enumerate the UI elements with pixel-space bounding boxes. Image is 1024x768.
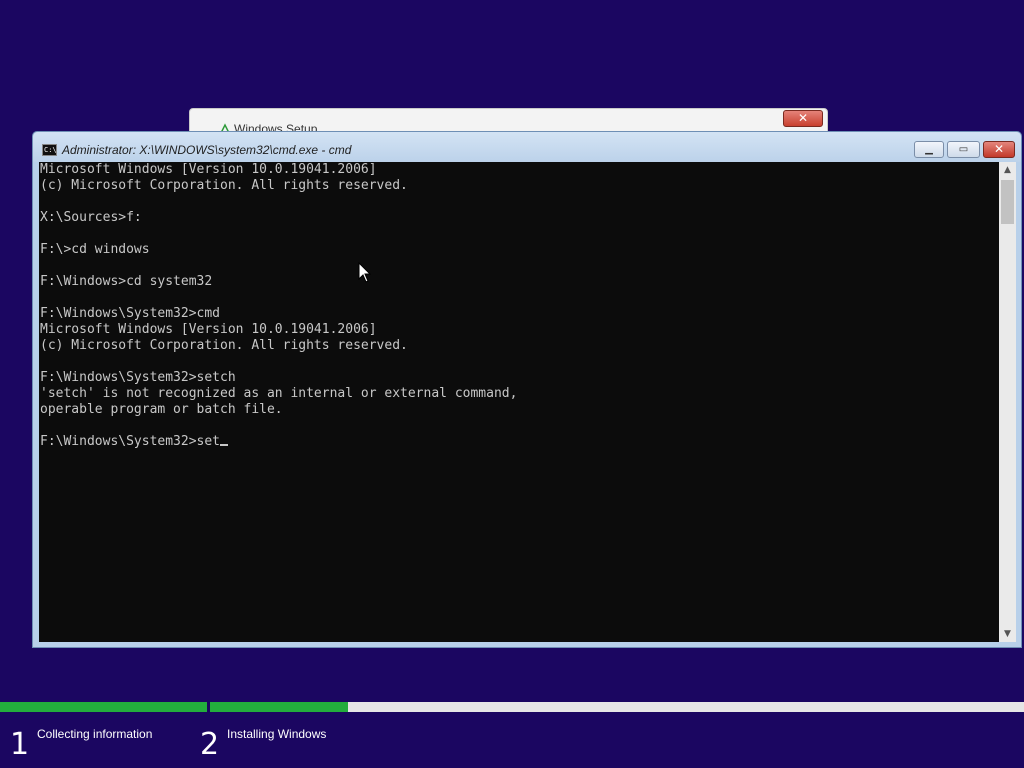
- step-label: Collecting information: [37, 727, 153, 741]
- cmd-window-title: Administrator: X:\WINDOWS\system32\cmd.e…: [62, 143, 352, 157]
- setup-close-button[interactable]: ✕: [783, 110, 823, 127]
- cmd-window: C:\ Administrator: X:\WINDOWS\system32\c…: [32, 131, 1022, 648]
- progress-fill: [0, 702, 207, 712]
- console-line: F:\Windows\System32>setch: [40, 370, 236, 385]
- console-line: operable program or batch file.: [40, 402, 283, 417]
- progress-bar-collecting: [0, 702, 207, 712]
- cmd-title-bar[interactable]: C:\ Administrator: X:\WINDOWS\system32\c…: [33, 132, 1021, 162]
- step-number: 2: [200, 727, 220, 762]
- cmd-icon: C:\: [42, 144, 57, 156]
- console-input-line[interactable]: F:\Windows\System32>set: [40, 434, 999, 450]
- scroll-thumb[interactable]: [1001, 180, 1014, 224]
- text-cursor: [220, 444, 229, 446]
- progress-fill: [210, 702, 349, 712]
- step-label: Installing Windows: [227, 727, 327, 741]
- console-line: (c) Microsoft Corporation. All rights re…: [40, 338, 408, 353]
- step-number: 1: [10, 727, 30, 762]
- mouse-pointer-icon: [358, 262, 372, 283]
- scroll-down-arrow-icon[interactable]: ▼: [999, 626, 1016, 642]
- console-line: X:\Sources>f:: [40, 210, 142, 225]
- maximize-button[interactable]: ▭: [947, 141, 980, 158]
- minimize-button[interactable]: ▁: [914, 141, 944, 158]
- console-line: 'setch' is not recognized as an internal…: [40, 386, 518, 401]
- vertical-scrollbar[interactable]: ▲ ▼: [999, 162, 1016, 642]
- console-current-input[interactable]: F:\Windows\System32>set: [40, 434, 220, 449]
- console-line: F:\Windows>cd system32: [40, 274, 213, 289]
- console-line: Microsoft Windows [Version 10.0.19041.20…: [40, 322, 377, 337]
- console-line: F:\>cd windows: [40, 242, 150, 257]
- progress-bar-installing: [210, 702, 1024, 712]
- close-button[interactable]: ✕: [983, 141, 1015, 158]
- console-line: (c) Microsoft Corporation. All rights re…: [40, 178, 408, 193]
- console-line: Microsoft Windows [Version 10.0.19041.20…: [40, 162, 377, 177]
- console-line: F:\Windows\System32>cmd: [40, 306, 221, 321]
- scroll-up-arrow-icon[interactable]: ▲: [999, 162, 1016, 178]
- console-output[interactable]: Microsoft Windows [Version 10.0.19041.20…: [39, 162, 999, 642]
